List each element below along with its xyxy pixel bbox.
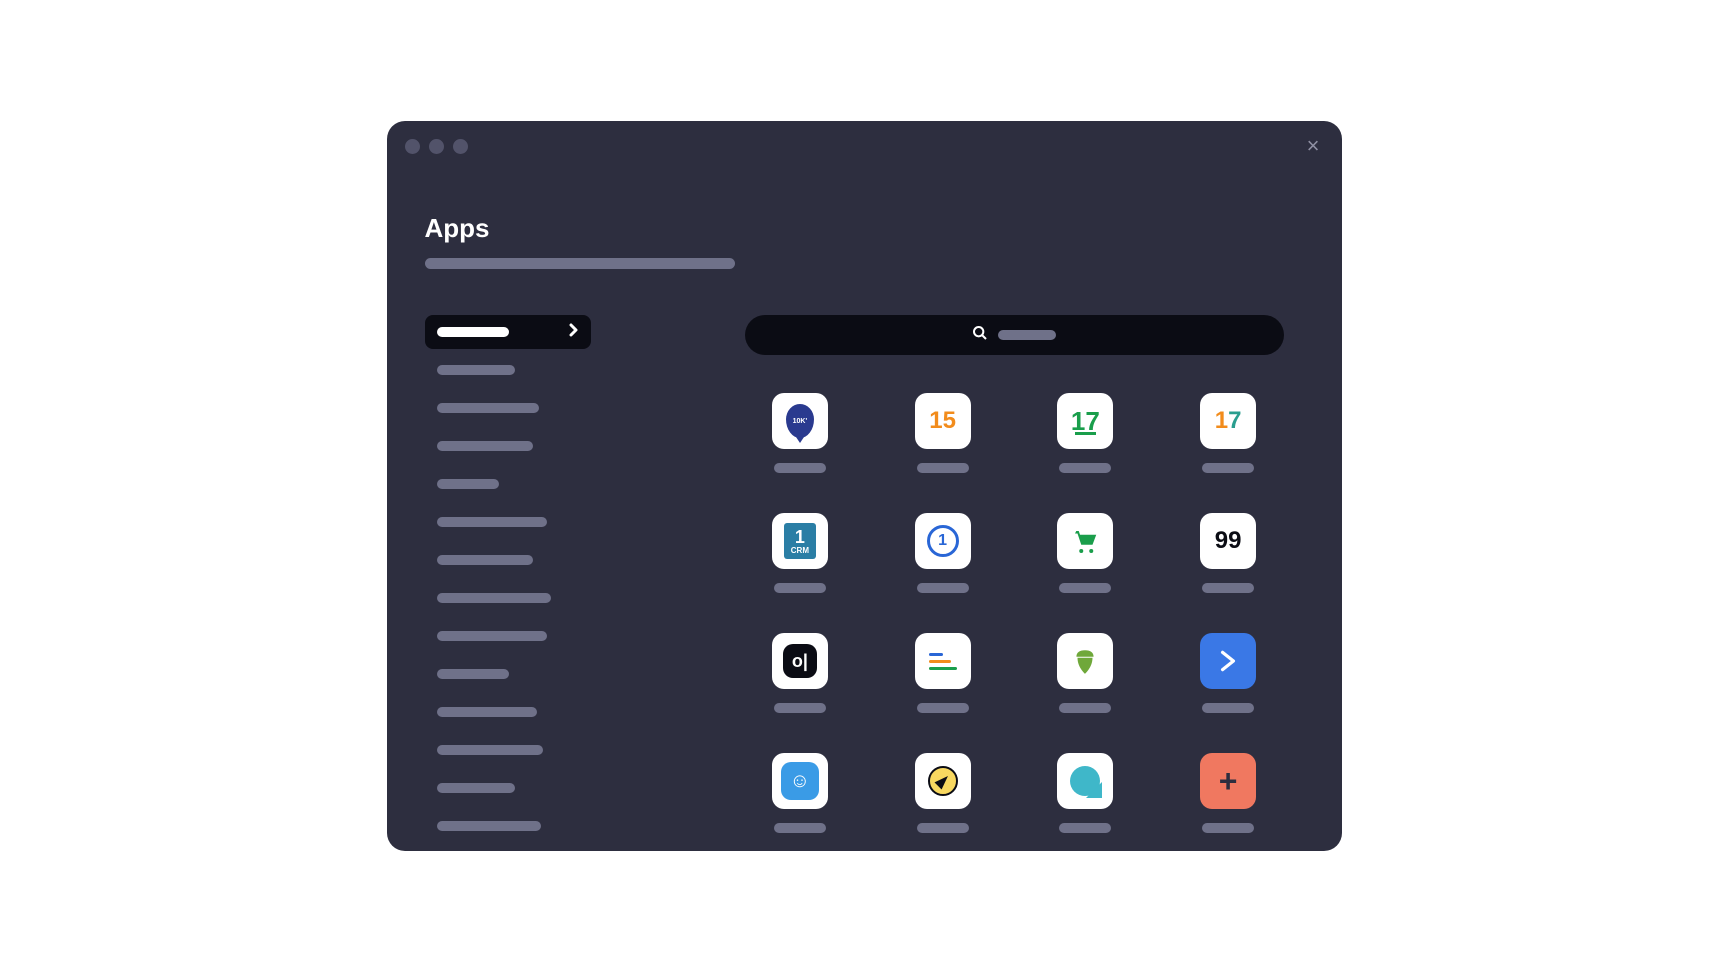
sidebar-item-11[interactable]	[425, 733, 591, 767]
sidebar-item-label	[437, 745, 543, 755]
app-tile-1crm[interactable]: 1CRM	[759, 513, 842, 593]
activecampaign-icon	[1200, 633, 1256, 689]
sidebar-item-label	[437, 669, 509, 679]
app-tile-1password[interactable]: 1	[901, 513, 984, 593]
sidebar	[425, 315, 745, 847]
app-label	[917, 583, 969, 593]
app-tile-17hats-orange[interactable]: 17	[1187, 393, 1270, 473]
app-window: × Apps 10K' 15 17 17 1CRM 1 99 o| ☺ +	[387, 121, 1342, 851]
lines-icon	[915, 633, 971, 689]
face-icon: ☺	[772, 753, 828, 809]
app-label	[1202, 583, 1254, 593]
traffic-close[interactable]	[405, 139, 420, 154]
1password-icon: 1	[915, 513, 971, 569]
right-pane: 10K' 15 17 17 1CRM 1 99 o| ☺ +	[745, 315, 1284, 847]
app-label	[774, 703, 826, 713]
sidebar-item-4[interactable]	[425, 467, 591, 501]
app-tile-abstract[interactable]: o|	[759, 633, 842, 713]
15five-icon: 15	[915, 393, 971, 449]
chevron-right-icon	[569, 323, 579, 342]
sidebar-item-label	[437, 365, 515, 375]
app-tile-17hats-green[interactable]: 17	[1044, 393, 1127, 473]
sidebar-item-12[interactable]	[425, 771, 591, 805]
search-bar[interactable]	[745, 315, 1284, 355]
sidebar-item-10[interactable]	[425, 695, 591, 729]
app-label	[774, 583, 826, 593]
app-tile-compass[interactable]	[901, 753, 984, 833]
sidebar-item-8[interactable]	[425, 619, 591, 653]
traffic-max[interactable]	[453, 139, 468, 154]
sidebar-item-13[interactable]	[425, 809, 591, 843]
sidebar-item-label	[437, 821, 541, 831]
titlebar: ×	[387, 121, 1342, 171]
app-label	[917, 703, 969, 713]
app-label	[1202, 463, 1254, 473]
app-tile-aircall[interactable]	[1044, 753, 1127, 833]
app-label	[1202, 703, 1254, 713]
sidebar-item-3[interactable]	[425, 429, 591, 463]
app-label	[774, 463, 826, 473]
compass-icon	[915, 753, 971, 809]
shopping-cart-icon	[1057, 513, 1113, 569]
sidebar-item-label	[437, 479, 499, 489]
aircall-icon	[1057, 753, 1113, 809]
app-grid: 10K' 15 17 17 1CRM 1 99 o| ☺ +	[745, 393, 1284, 833]
99designs-icon: 99	[1200, 513, 1256, 569]
sidebar-item-label	[437, 631, 547, 641]
app-label	[1059, 703, 1111, 713]
app-label	[1059, 823, 1111, 833]
sidebar-item-label	[437, 783, 515, 793]
sidebar-item-label	[437, 441, 533, 451]
acorn-icon	[1057, 633, 1113, 689]
addthis-icon: +	[1200, 753, 1256, 809]
page-title: Apps	[425, 213, 1284, 244]
app-tile-acorn[interactable]	[1044, 633, 1127, 713]
sidebar-item-9[interactable]	[425, 657, 591, 691]
app-tile-99designs[interactable]: 99	[1187, 513, 1270, 593]
sidebar-item-1[interactable]	[425, 353, 591, 387]
search-icon	[972, 325, 988, 346]
1crm-icon: 1CRM	[772, 513, 828, 569]
sidebar-item-label	[437, 707, 537, 717]
app-tile-10kft[interactable]: 10K'	[759, 393, 842, 473]
app-tile-face[interactable]: ☺	[759, 753, 842, 833]
close-button[interactable]: ×	[1303, 131, 1324, 161]
sidebar-item-label	[437, 327, 509, 337]
main-row: 10K' 15 17 17 1CRM 1 99 o| ☺ +	[425, 315, 1284, 847]
10kft-icon: 10K'	[772, 393, 828, 449]
app-tile-15five[interactable]: 15	[901, 393, 984, 473]
traffic-min[interactable]	[429, 139, 444, 154]
abstract-icon: o|	[772, 633, 828, 689]
app-tile-activecampaign[interactable]	[1187, 633, 1270, 713]
app-label	[1059, 583, 1111, 593]
sidebar-item-2[interactable]	[425, 391, 591, 425]
app-label	[774, 823, 826, 833]
page-subtitle-placeholder	[425, 258, 735, 269]
content: Apps 10K' 15 17 17 1CRM 1 99 o| ☺ +	[387, 171, 1342, 847]
search-placeholder	[998, 330, 1056, 340]
17hats-green-icon: 17	[1057, 393, 1113, 449]
app-label	[917, 463, 969, 473]
app-tile-shopping-cart[interactable]	[1044, 513, 1127, 593]
sidebar-item-7[interactable]	[425, 581, 591, 615]
traffic-lights	[405, 139, 468, 154]
17hats-orange-icon: 17	[1200, 393, 1256, 449]
sidebar-item-6[interactable]	[425, 543, 591, 577]
sidebar-item-5[interactable]	[425, 505, 591, 539]
sidebar-item-label	[437, 593, 551, 603]
app-label	[1059, 463, 1111, 473]
sidebar-item-label	[437, 517, 547, 527]
app-tile-lines[interactable]	[901, 633, 984, 713]
app-label	[1202, 823, 1254, 833]
sidebar-item-0[interactable]	[425, 315, 591, 349]
app-label	[917, 823, 969, 833]
sidebar-item-label	[437, 555, 533, 565]
sidebar-item-label	[437, 403, 539, 413]
app-tile-addthis[interactable]: +	[1187, 753, 1270, 833]
